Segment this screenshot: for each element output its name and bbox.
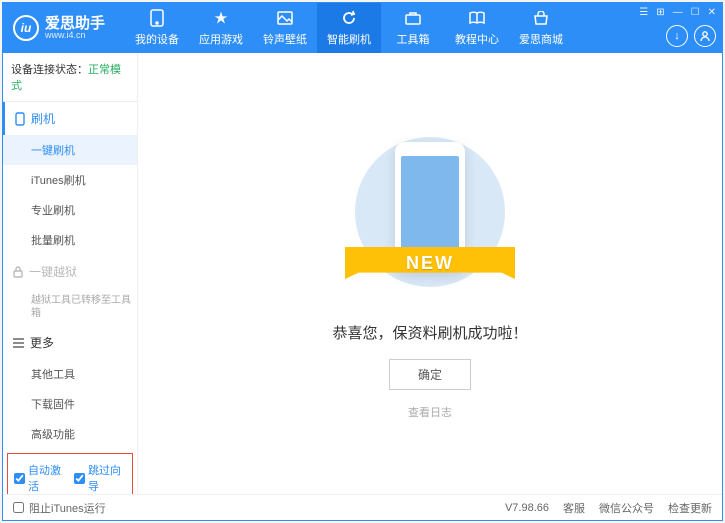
version-label: V7.98.66 (505, 502, 549, 514)
wechat-link[interactable]: 微信公众号 (599, 500, 654, 516)
section-flash[interactable]: 刷机 (3, 102, 137, 135)
app-window: iu 爱思助手 www.i4.cn 我的设备 应用游戏 铃声壁纸 智能刷机 工具… (2, 2, 723, 521)
store-icon (532, 9, 550, 27)
phone-icon (148, 9, 166, 27)
view-log-link[interactable]: 查看日志 (408, 404, 452, 420)
menu-icon[interactable]: ☰ (639, 7, 648, 18)
nav-apps[interactable]: 应用游戏 (189, 3, 253, 53)
checkbox-block-itunes[interactable]: 阻止iTunes运行 (13, 500, 106, 516)
sidebar-item-batch-flash[interactable]: 批量刷机 (3, 225, 137, 255)
success-illustration: NEW (355, 127, 505, 307)
section-more[interactable]: 更多 (3, 326, 137, 359)
wallpaper-icon (276, 9, 294, 27)
sidebar: 设备连接状态：正常模式 刷机 一键刷机 iTunes刷机 专业刷机 批量刷机 一… (3, 53, 138, 494)
sidebar-item-other-tools[interactable]: 其他工具 (3, 359, 137, 389)
nav-ringtones[interactable]: 铃声壁纸 (253, 3, 317, 53)
app-logo: iu 爱思助手 www.i4.cn (13, 15, 105, 41)
download-icon[interactable]: ↓ (666, 25, 688, 47)
titlebar: iu 爱思助手 www.i4.cn 我的设备 应用游戏 铃声壁纸 智能刷机 工具… (3, 3, 722, 53)
nav-tutorials[interactable]: 教程中心 (445, 3, 509, 53)
window-controls: ☰ ⊞ — ☐ ✕ (639, 7, 716, 18)
sidebar-item-pro-flash[interactable]: 专业刷机 (3, 195, 137, 225)
toolbox-icon (404, 9, 422, 27)
titlebar-round-buttons: ↓ (666, 25, 716, 47)
main-content: NEW 恭喜您，保资料刷机成功啦！ 确定 查看日志 (138, 53, 722, 494)
logo-icon: iu (13, 15, 39, 41)
app-url: www.i4.cn (45, 31, 105, 40)
menu-small-icon (13, 338, 24, 348)
ok-button[interactable]: 确定 (389, 359, 471, 390)
check-update-link[interactable]: 检查更新 (668, 500, 712, 516)
maximize-icon[interactable]: ☐ (691, 7, 700, 18)
statusbar: 阻止iTunes运行 V7.98.66 客服 微信公众号 检查更新 (3, 494, 722, 520)
options-highlight-box: 自动激活 跳过向导 (7, 453, 133, 494)
nav-toolbox[interactable]: 工具箱 (381, 3, 445, 53)
body: 设备连接状态：正常模式 刷机 一键刷机 iTunes刷机 专业刷机 批量刷机 一… (3, 53, 722, 494)
lock-icon[interactable]: ⊞ (656, 7, 664, 18)
checkbox-skip-guide[interactable]: 跳过向导 (74, 462, 126, 494)
jailbreak-note: 越狱工具已转移至工具箱 (3, 288, 137, 326)
section-jailbreak: 一键越狱 (3, 255, 137, 288)
minimize-icon[interactable]: — (673, 7, 683, 18)
refresh-icon (340, 9, 358, 27)
apps-icon (212, 9, 230, 27)
lock-small-icon (13, 266, 23, 278)
nav-store[interactable]: 爱思商城 (509, 3, 573, 53)
support-link[interactable]: 客服 (563, 500, 585, 516)
sidebar-item-oneclick-flash[interactable]: 一键刷机 (3, 135, 137, 165)
sidebar-item-itunes-flash[interactable]: iTunes刷机 (3, 165, 137, 195)
close-icon[interactable]: ✕ (708, 7, 716, 18)
nav-my-device[interactable]: 我的设备 (125, 3, 189, 53)
sidebar-item-advanced[interactable]: 高级功能 (3, 419, 137, 449)
user-icon[interactable] (694, 25, 716, 47)
phone-small-icon (15, 112, 25, 126)
nav-flash[interactable]: 智能刷机 (317, 3, 381, 53)
main-nav: 我的设备 应用游戏 铃声壁纸 智能刷机 工具箱 教程中心 爱思商城 (125, 3, 573, 53)
success-message: 恭喜您，保资料刷机成功啦！ (332, 322, 527, 343)
connection-status: 设备连接状态：正常模式 (3, 53, 137, 102)
sidebar-item-download-firmware[interactable]: 下载固件 (3, 389, 137, 419)
checkbox-auto-activate[interactable]: 自动激活 (14, 462, 66, 494)
app-name: 爱思助手 (45, 16, 105, 31)
book-icon (468, 9, 486, 27)
